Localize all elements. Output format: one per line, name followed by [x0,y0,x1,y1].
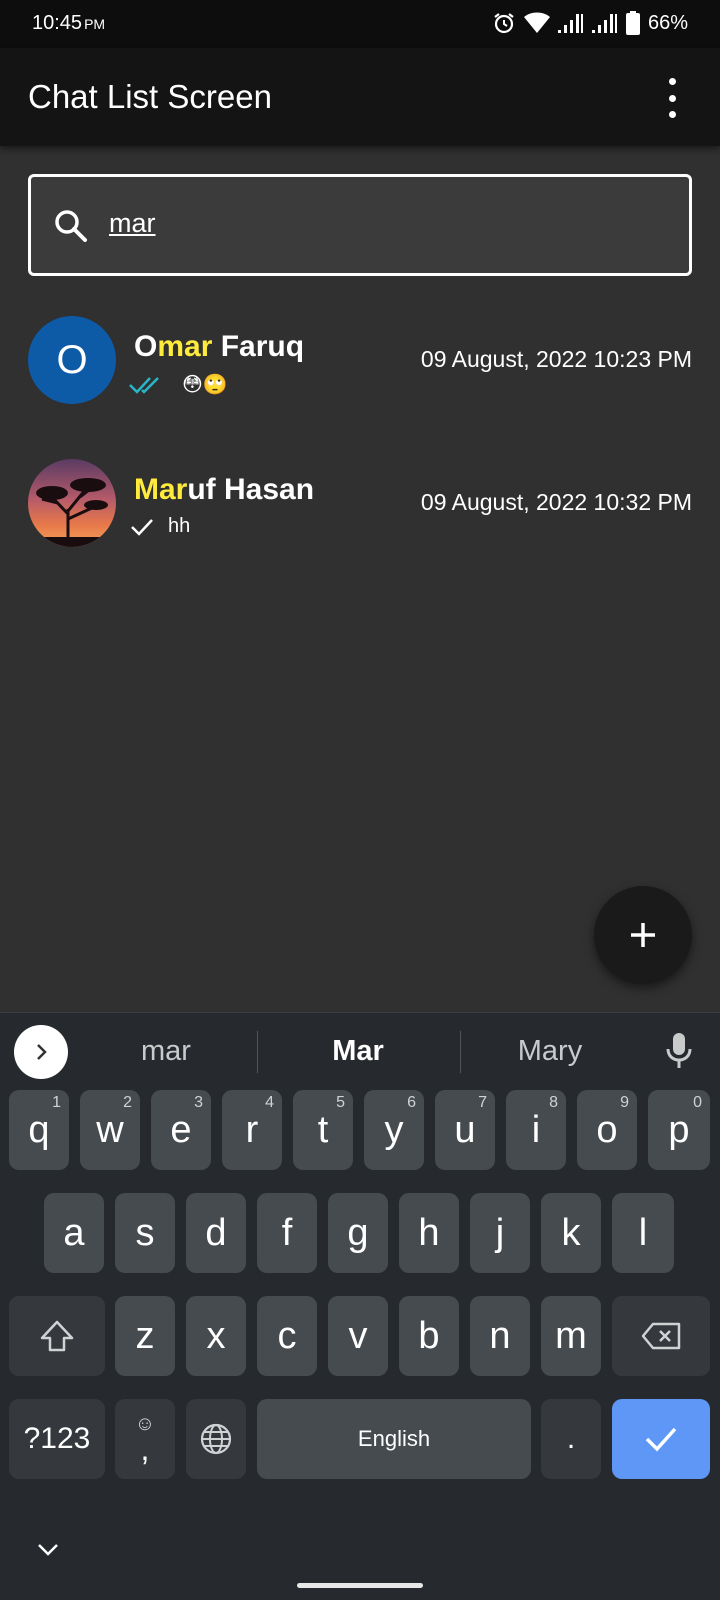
key-l[interactable]: l [612,1193,674,1273]
check-icon [131,518,153,536]
suggestion-1[interactable]: mar [76,1035,256,1068]
chat-name: Omar Faruq [134,330,305,363]
key-j[interactable]: j [470,1193,530,1273]
divider [257,1031,258,1073]
search-input[interactable]: mar [28,174,692,276]
chat-preview: 😳🙄 [128,372,228,397]
signal-icon [591,14,617,33]
list-item[interactable]: Maruf Hasan hh 09 August, 2022 10:32 PM [28,459,692,549]
suggestion-bar: mar Mar Mary [0,1012,720,1090]
search-value[interactable]: mar [109,208,156,239]
page-title: Chat List Screen [28,78,272,115]
key-g[interactable]: g [328,1193,388,1273]
add-chat-button[interactable] [594,886,692,984]
suggestion-2[interactable]: Mar [268,1035,448,1068]
key-m[interactable]: m [541,1296,601,1376]
shift-icon [40,1320,74,1352]
enter-key[interactable] [612,1399,710,1479]
signal-icon [557,14,583,33]
suggestion-3[interactable]: Mary [460,1035,640,1068]
key-i[interactable]: i8 [506,1090,566,1170]
backspace-key[interactable] [612,1296,710,1376]
key-v[interactable]: v [328,1296,388,1376]
status-icons: 66% [492,11,688,35]
mic-icon[interactable] [664,1031,694,1071]
key-u[interactable]: u7 [435,1090,495,1170]
key-w[interactable]: w2 [80,1090,140,1170]
key-t[interactable]: t5 [293,1090,353,1170]
avatar [28,459,116,547]
key-q[interactable]: q1 [9,1090,69,1170]
key-h[interactable]: h [399,1193,459,1273]
avatar: O [28,316,116,404]
key-n[interactable]: n [470,1296,530,1376]
language-key[interactable] [186,1399,246,1479]
key-k[interactable]: k [541,1193,601,1273]
status-bar: 10:45 PM 66% [0,0,720,48]
globe-icon [200,1423,232,1455]
symbols-key[interactable]: ?123 [9,1399,105,1479]
sunset-tree-photo [28,459,116,547]
period-key[interactable]: . [541,1399,601,1479]
status-time: 10:45 PM [32,12,106,34]
key-o[interactable]: o9 [577,1090,637,1170]
key-y[interactable]: y6 [364,1090,424,1170]
key-b[interactable]: b [399,1296,459,1376]
battery-percent: 66% [647,11,688,34]
key-p[interactable]: p0 [648,1090,710,1170]
key-z[interactable]: z [115,1296,175,1376]
app-bar: Chat List Screen [0,48,720,146]
key-s[interactable]: s [115,1193,175,1273]
key-x[interactable]: x [186,1296,246,1376]
chevron-right-icon[interactable] [14,1025,68,1079]
list-item[interactable]: O Omar Faruq 😳🙄 09 August, 2022 10:23 PM [28,316,692,406]
backspace-icon [641,1322,681,1350]
search-icon [55,210,87,242]
more-vert-icon[interactable] [662,78,682,118]
chat-time: 09 August, 2022 10:32 PM [420,489,692,515]
wifi-icon [523,12,550,33]
check-icon [645,1427,677,1452]
chat-message: 😳🙄 [182,374,228,396]
battery-icon [625,11,640,35]
key-f[interactable]: f [257,1193,317,1273]
shift-key[interactable] [9,1296,105,1376]
navigation-handle[interactable] [297,1583,423,1588]
key-d[interactable]: d [186,1193,246,1273]
key-e[interactable]: e3 [151,1090,211,1170]
chat-message: hh [168,515,191,537]
plus-icon [631,923,655,947]
chat-time: 09 August, 2022 10:23 PM [420,346,692,372]
alarm-icon [494,13,514,34]
chevron-down-icon[interactable] [36,1542,60,1558]
chat-name: Maruf Hasan [134,473,315,506]
chat-preview: hh [130,515,190,538]
key-r[interactable]: r4 [222,1090,282,1170]
key-a[interactable]: a [44,1193,104,1273]
space-key[interactable]: English [257,1399,531,1479]
key-c[interactable]: c [257,1296,317,1376]
emoji-comma-key[interactable]: ☺ , [115,1399,175,1479]
double-check-icon [129,376,159,394]
